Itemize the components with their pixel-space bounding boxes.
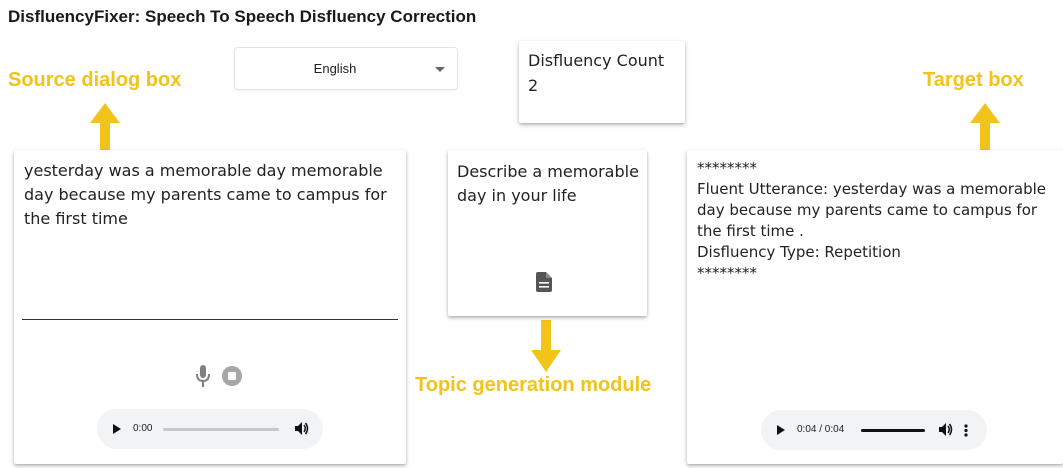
mic-icon[interactable] — [196, 365, 210, 387]
source-audio-player[interactable]: 0:00 — [97, 409, 323, 449]
target-line: ******** — [697, 159, 757, 177]
topic-annotation-label: Topic generation module — [415, 374, 652, 396]
topic-text: Describe a memorable day in your life — [457, 162, 639, 205]
arrow-up-icon — [970, 103, 1000, 150]
source-audio-time: 0:00 — [133, 423, 153, 434]
more-vert-icon[interactable] — [964, 424, 968, 437]
target-line: ******** — [697, 264, 757, 282]
source-annotation-label: Source dialog box — [8, 69, 182, 91]
language-select-value: English — [313, 61, 357, 76]
source-audio-seekbar[interactable] — [163, 428, 279, 431]
language-select[interactable]: English — [234, 47, 458, 90]
volume-icon[interactable] — [295, 422, 309, 435]
target-output: ******** Fluent Utterance: yesterday was… — [697, 158, 1061, 284]
target-annotation-label: Target box — [923, 69, 1024, 91]
volume-icon[interactable] — [939, 423, 953, 436]
target-line: Fluent Utterance: yesterday was a memora… — [697, 180, 1047, 240]
stop-icon[interactable] — [221, 365, 243, 387]
arrow-up-icon — [90, 103, 120, 150]
target-audio-seekbar[interactable] — [861, 429, 925, 432]
target-line: Disfluency Type: Repetition — [697, 243, 901, 261]
play-icon[interactable] — [113, 424, 121, 434]
disfluency-count-value: 2 — [528, 76, 539, 95]
source-transcript[interactable]: yesterday was a memorable day memorable … — [24, 159, 396, 231]
disfluency-count-card: Disfluency Count 2 — [519, 41, 685, 123]
target-audio-player[interactable]: 0:04 / 0:04 — [761, 410, 987, 450]
source-input-underline — [22, 319, 398, 320]
app-title: DisfluencyFixer: Speech To Speech Disflu… — [8, 7, 477, 26]
topic-generation-card: Describe a memorable day in your life — [448, 150, 647, 316]
target-audio-time: 0:04 / 0:04 — [797, 424, 845, 435]
target-box: ******** Fluent Utterance: yesterday was… — [687, 150, 1063, 464]
document-icon[interactable] — [536, 272, 552, 292]
arrow-down-icon — [531, 320, 561, 372]
disfluency-count-label: Disfluency Count — [528, 51, 665, 70]
chevron-down-icon — [435, 67, 445, 72]
source-dialog-box: yesterday was a memorable day memorable … — [14, 150, 406, 464]
play-icon[interactable] — [777, 425, 785, 435]
